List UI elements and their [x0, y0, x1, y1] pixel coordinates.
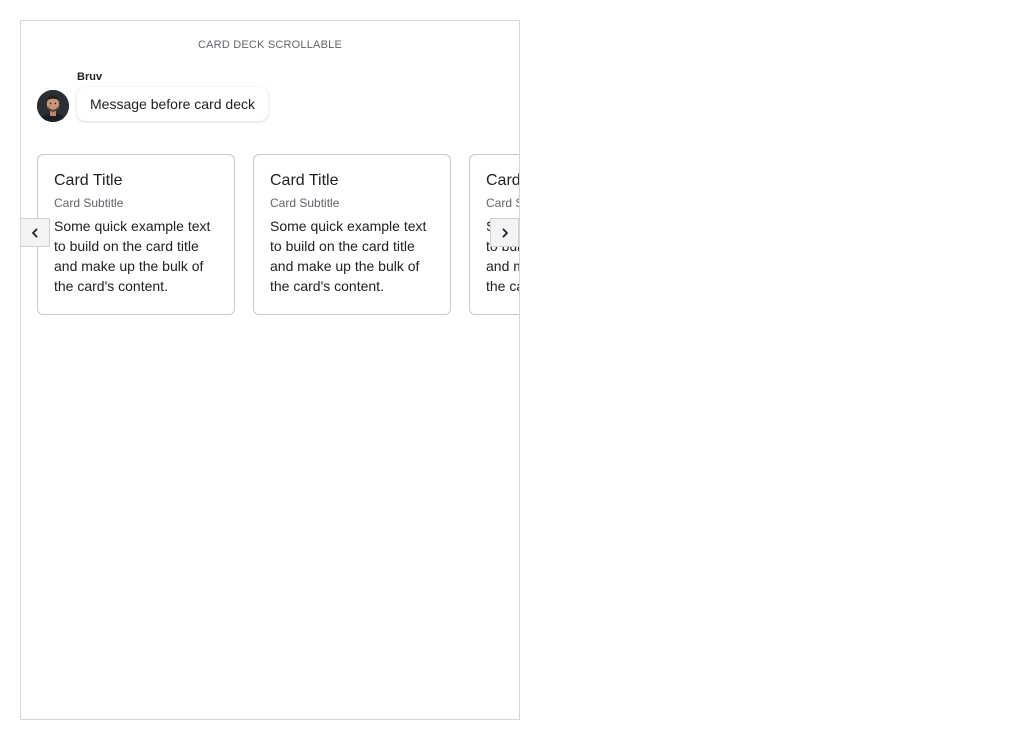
card-subtitle: Card Subtitle [270, 196, 340, 210]
card-1[interactable]: Card Title Card Subtitle Some quick exam… [37, 154, 235, 315]
sender-name: Bruv [77, 71, 103, 83]
chevron-right-icon [502, 228, 508, 237]
card-subtitle: Card Subtitle [486, 196, 519, 210]
message-bubble: Message before card deck [77, 87, 268, 121]
page-title: CARD DECK SCROLLABLE [198, 39, 342, 51]
card-text: Some quick example text to build on the … [54, 218, 211, 294]
chevron-left-icon [32, 228, 38, 237]
scroll-left-button[interactable] [21, 218, 50, 247]
card-2[interactable]: Card Title Card Subtitle Some quick exam… [253, 154, 451, 315]
card-text: Some quick example text to build on the … [270, 218, 427, 294]
card-title: Card Title [54, 172, 123, 189]
card-title: Card Title [270, 172, 339, 189]
user-avatar-photo [37, 90, 69, 122]
avatar [37, 90, 69, 122]
card-subtitle: Card Subtitle [54, 196, 124, 210]
scroll-right-button[interactable] [490, 218, 519, 247]
card-title: Card Title [486, 172, 520, 189]
chat-frame: CARD DECK SCROLLABLE Bruv Message before… [20, 20, 520, 720]
